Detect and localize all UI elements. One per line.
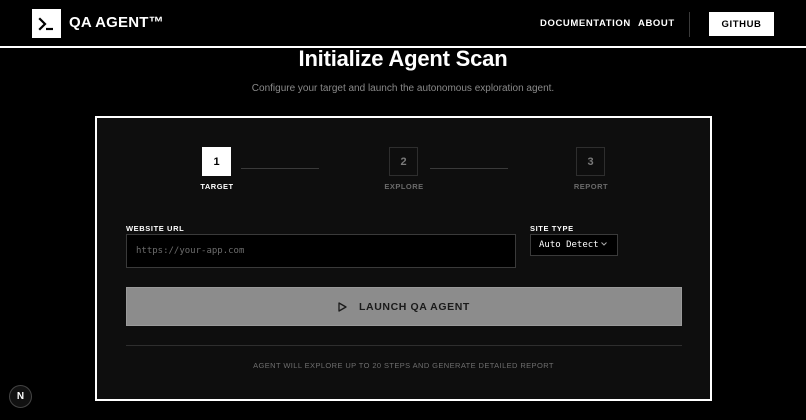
next-devtools-badge[interactable]: N <box>9 385 32 408</box>
github-button[interactable]: GITHUB <box>709 12 774 36</box>
site-type-select[interactable]: Auto Detect <box>530 234 618 256</box>
nav-documentation-link[interactable]: DOCUMENTATION <box>540 18 631 29</box>
chevron-down-icon <box>600 240 608 251</box>
step-2-label: EXPLORE <box>384 182 424 191</box>
play-icon <box>338 301 347 312</box>
nav-divider <box>689 12 690 37</box>
step-3-indicator: 3 <box>576 147 605 176</box>
website-url-label: WEBSITE URL <box>126 224 185 233</box>
card-divider <box>126 345 682 346</box>
scan-footnote: AGENT WILL EXPLORE UP TO 20 STEPS AND GE… <box>253 361 554 370</box>
step-3-label: REPORT <box>573 182 609 191</box>
site-type-value: Auto Detect <box>539 240 599 250</box>
scan-config-card: 1 TARGET 2 EXPLORE 3 REPORT WEBSITE URL … <box>95 116 712 401</box>
page-title: Initialize Agent Scan <box>298 46 508 71</box>
launch-button-label: LAUNCH QA AGENT <box>359 300 470 313</box>
step-connector-1 <box>241 168 319 169</box>
step-2-indicator: 2 <box>389 147 418 176</box>
page-subtitle: Configure your target and launch the aut… <box>251 83 555 94</box>
step-1-label: TARGET <box>200 182 234 191</box>
website-url-input[interactable] <box>126 234 516 268</box>
site-type-label: SITE TYPE <box>530 224 574 233</box>
terminal-prompt-icon[interactable] <box>32 9 61 38</box>
brand-name[interactable]: QA AGENT™ <box>69 14 164 31</box>
step-1-indicator: 1 <box>202 147 231 176</box>
step-connector-2 <box>430 168 508 169</box>
launch-qa-agent-button[interactable]: LAUNCH QA AGENT <box>126 287 682 326</box>
nav-about-link[interactable]: ABOUT <box>638 18 675 29</box>
top-navbar: QA AGENT™ DOCUMENTATION ABOUT GITHUB <box>0 0 806 48</box>
